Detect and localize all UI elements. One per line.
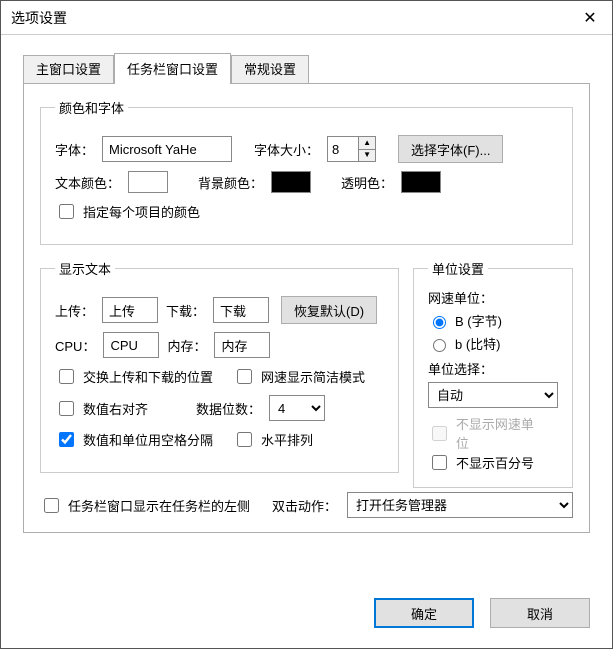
upload-label: 上传： — [55, 301, 94, 320]
group-display-text: 显示文本 上传： 下载： 恢复默认(D) CPU： 内存： — [40, 259, 399, 473]
font-name-box: Microsoft YaHe — [102, 136, 232, 162]
tab-taskbar-window[interactable]: 任务栏窗口设置 — [114, 53, 231, 84]
window-title: 选项设置 — [11, 8, 67, 28]
swap-checkbox[interactable]: 交换上传和下载的位置 — [55, 366, 213, 387]
tab-general[interactable]: 常规设置 — [231, 55, 309, 84]
tab-main-window[interactable]: 主窗口设置 — [23, 55, 114, 84]
right-align-label: 数值右对齐 — [83, 399, 148, 418]
choose-font-button[interactable]: 选择字体(F)... — [398, 135, 503, 163]
font-size-label: 字体大小： — [254, 140, 319, 159]
titlebar: 选项设置 ✕ — [1, 1, 612, 35]
space-sep-checkbox[interactable]: 数值和单位用空格分隔 — [55, 429, 213, 450]
simple-mode-label: 网速显示简洁模式 — [261, 367, 365, 386]
download-label: 下载： — [166, 301, 205, 320]
digits-select[interactable]: 4 — [269, 395, 325, 421]
speed-unit-label: 网速单位： — [428, 288, 558, 307]
dblclick-select[interactable]: 打开任务管理器 — [347, 492, 573, 518]
hide-speed-unit-label: 不显示网速单位 — [456, 414, 546, 452]
mem-input[interactable] — [214, 332, 270, 358]
tab-strip: 主窗口设置 任务栏窗口设置 常规设置 — [23, 53, 590, 84]
content-area: 主窗口设置 任务栏窗口设置 常规设置 颜色和字体 字体： Microsoft Y… — [1, 35, 612, 584]
close-icon[interactable]: ✕ — [568, 1, 612, 34]
cpu-label: CPU： — [55, 336, 95, 355]
trans-color-label: 透明色： — [341, 173, 393, 192]
download-input[interactable] — [213, 297, 269, 323]
group-unit-legend: 单位设置 — [428, 259, 488, 278]
group-unit: 单位设置 网速单位： B (字节) b (比特) 单位选择： 自动 — [413, 259, 573, 488]
digits-label: 数据位数： — [196, 399, 261, 418]
trans-color-swatch[interactable] — [401, 171, 441, 193]
per-item-color-label: 指定每个项目的颜色 — [83, 202, 200, 221]
group-color-font: 颜色和字体 字体： Microsoft YaHe 字体大小： ▲ ▼ 选择字体(… — [40, 98, 573, 245]
restore-defaults-button[interactable]: 恢复默认(D) — [281, 296, 377, 324]
cpu-input[interactable] — [103, 332, 159, 358]
unit-select[interactable]: 自动 — [428, 382, 558, 408]
group-color-font-legend: 颜色和字体 — [55, 98, 128, 117]
dialog-window: 选项设置 ✕ 主窗口设置 任务栏窗口设置 常规设置 颜色和字体 字体： Micr… — [0, 0, 613, 649]
radio-byte-label: B (字节) — [455, 311, 502, 330]
group-display-text-legend: 显示文本 — [55, 259, 115, 278]
hide-speed-unit-checkbox: 不显示网速单位 — [428, 414, 546, 452]
spin-down-icon[interactable]: ▼ — [359, 150, 375, 162]
bg-color-swatch[interactable] — [271, 171, 311, 193]
horizontal-label: 水平排列 — [261, 430, 313, 449]
space-sep-label: 数值和单位用空格分隔 — [83, 430, 213, 449]
spin-up-icon[interactable]: ▲ — [359, 137, 375, 150]
font-size-spinner[interactable]: ▲ ▼ — [327, 136, 376, 162]
tab-panel: 颜色和字体 字体： Microsoft YaHe 字体大小： ▲ ▼ 选择字体(… — [23, 83, 590, 533]
cancel-button[interactable]: 取消 — [490, 598, 590, 628]
hide-percent-label: 不显示百分号 — [456, 453, 534, 472]
mem-label: 内存： — [167, 336, 206, 355]
per-item-color-checkbox[interactable]: 指定每个项目的颜色 — [55, 201, 200, 222]
upload-input[interactable] — [102, 297, 158, 323]
simple-mode-checkbox[interactable]: 网速显示简洁模式 — [233, 366, 365, 387]
right-align-checkbox[interactable]: 数值右对齐 — [55, 398, 148, 419]
horizontal-checkbox[interactable]: 水平排列 — [233, 429, 313, 450]
dialog-footer: 确定 取消 — [1, 584, 612, 648]
radio-byte[interactable]: B (字节) — [428, 311, 558, 330]
ok-button[interactable]: 确定 — [374, 598, 474, 628]
left-pos-label: 任务栏窗口显示在任务栏的左侧 — [68, 496, 250, 515]
text-color-swatch[interactable] — [128, 171, 168, 193]
swap-label: 交换上传和下载的位置 — [83, 367, 213, 386]
hide-percent-checkbox[interactable]: 不显示百分号 — [428, 452, 534, 473]
bg-color-label: 背景颜色： — [198, 173, 263, 192]
font-size-input[interactable] — [328, 137, 358, 161]
dblclick-label: 双击动作： — [272, 496, 337, 515]
radio-bit[interactable]: b (比特) — [428, 334, 558, 353]
radio-bit-label: b (比特) — [455, 334, 501, 353]
unit-select-label: 单位选择： — [428, 359, 558, 378]
font-label: 字体： — [55, 140, 94, 159]
text-color-label: 文本颜色： — [55, 173, 120, 192]
left-pos-checkbox[interactable]: 任务栏窗口显示在任务栏的左侧 — [40, 495, 250, 516]
